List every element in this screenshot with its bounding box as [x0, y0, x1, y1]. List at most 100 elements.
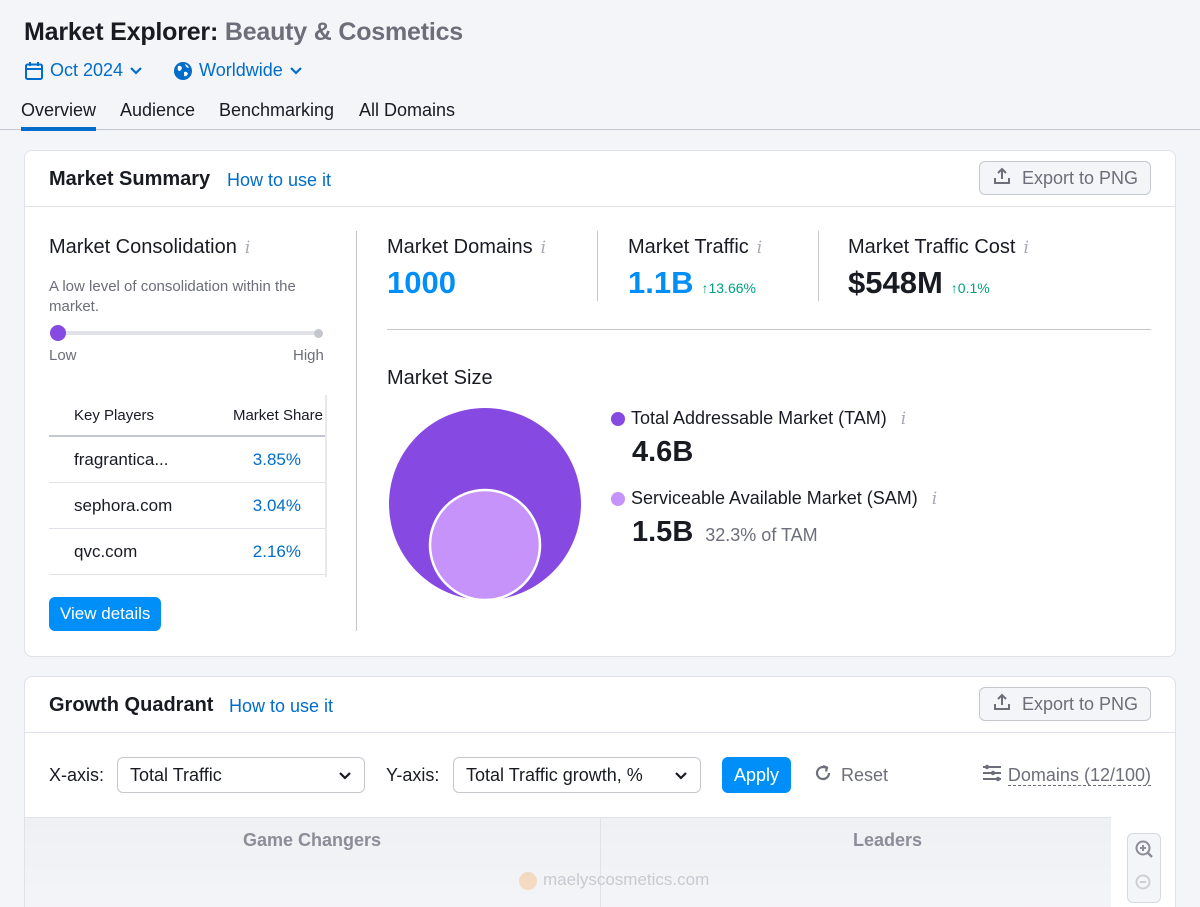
domain-bubble[interactable] — [519, 872, 537, 890]
tam-value: 4.6B — [632, 436, 693, 469]
market-share-column-header: Market Share — [232, 406, 323, 424]
growth-quadrant-chart[interactable]: Game Changers Leaders maelyscosmetics.co… — [25, 817, 1111, 907]
metric-value: 1.1B ↑13.66% — [628, 265, 762, 301]
zoom-in-button[interactable] — [1128, 834, 1160, 868]
metric-divider — [818, 231, 819, 301]
domains-filter-label: Domains (12/100) — [1007, 764, 1151, 786]
vertical-divider — [356, 231, 357, 631]
filters-bar: Oct 2024 Worldwide — [24, 60, 303, 81]
table-row[interactable]: sephora.com 3.04% — [49, 483, 327, 529]
export-png-label: Export to PNG — [1021, 167, 1138, 188]
market-summary-card: Market Summary How to use it Export to P… — [24, 150, 1176, 657]
quadrant-label-leaders: Leaders — [853, 830, 923, 850]
view-details-button[interactable]: View details — [49, 597, 162, 631]
table-row[interactable]: qvc.com 2.16% — [49, 529, 327, 575]
metric-delta: ↑0.1% — [950, 280, 990, 296]
info-icon[interactable]: i — [1023, 238, 1028, 258]
export-png-label: Export to PNG — [1021, 693, 1138, 714]
sam-value: 1.5B 32.3% of TAM — [632, 516, 818, 549]
metric-value: 1000 — [387, 265, 546, 301]
consolidation-high-marker — [314, 329, 323, 338]
metric-label-text: Market Domains — [387, 236, 533, 258]
apply-button[interactable]: Apply — [722, 757, 792, 793]
sam-legend-label: Serviceable Available Market (SAM) — [631, 488, 918, 508]
page-title-category: Beauty & Cosmetics — [224, 18, 463, 46]
upload-icon — [992, 166, 1012, 191]
tam-legend-dot — [611, 411, 625, 426]
chevron-down-icon — [338, 765, 352, 786]
region-filter[interactable]: Worldwide — [173, 60, 303, 81]
info-icon[interactable]: i — [901, 409, 906, 429]
tab-audience[interactable]: Audience — [120, 100, 195, 121]
horizontal-divider — [387, 329, 1151, 330]
page-title-main: Market Explorer: — [24, 18, 219, 46]
consolidation-high-label: High — [293, 347, 324, 364]
date-filter-label: Oct 2024 — [50, 60, 124, 80]
consolidation-level-marker — [50, 325, 66, 341]
info-icon[interactable]: i — [932, 489, 937, 509]
market-size-chart — [389, 408, 581, 602]
x-axis-label: X-axis: — [49, 765, 105, 785]
metric-value-text[interactable]: 1.1B — [628, 265, 693, 301]
sam-circle — [428, 488, 542, 602]
tab-overview[interactable]: Overview — [21, 100, 97, 131]
growth-quadrant-title: Growth Quadrant — [49, 694, 214, 716]
chevron-down-icon — [129, 66, 143, 76]
market-consolidation-description: A low level of consolidation within the … — [49, 278, 296, 315]
table-row[interactable]: fragrantica... 3.85% — [49, 437, 327, 483]
date-filter[interactable]: Oct 2024 — [24, 60, 143, 81]
metric-divider — [597, 231, 598, 301]
info-icon[interactable]: i — [541, 238, 546, 258]
chevron-down-icon — [674, 765, 688, 786]
export-png-button[interactable]: Export to PNG — [978, 687, 1151, 721]
key-players-column-header: Key Players — [74, 406, 155, 424]
tab-benchmarking[interactable]: Benchmarking — [219, 100, 334, 121]
reset-label: Reset — [841, 764, 889, 785]
market-consolidation-label: Market Consolidation — [49, 236, 237, 258]
tam-legend: Total Addressable Market (TAM) i — [611, 408, 906, 429]
metric-market-traffic-cost: Market Traffic Cost i $548M ↑0.1% — [848, 236, 1029, 301]
y-axis-select[interactable]: Total Traffic growth, % — [453, 757, 701, 793]
x-axis-select[interactable]: Total Traffic — [117, 757, 365, 793]
tam-value-text: 4.6B — [632, 436, 694, 468]
metric-market-traffic: Market Traffic i 1.1B ↑13.66% — [628, 236, 762, 301]
metric-label-text: Market Traffic — [628, 236, 749, 258]
market-size-title: Market Size — [387, 367, 493, 389]
domains-filter-link[interactable]: Domains (12/100) — [982, 757, 1151, 793]
export-png-button[interactable]: Export to PNG — [978, 161, 1151, 195]
market-consolidation-title: Market Consolidation i — [49, 236, 250, 259]
zoom-out-button[interactable] — [1128, 868, 1160, 902]
metric-label: Market Traffic i — [628, 236, 762, 259]
y-axis-label: Y-axis: — [386, 765, 440, 785]
growth-quadrant-how-to-link[interactable]: How to use it — [229, 696, 333, 717]
metric-label: Market Domains i — [387, 236, 546, 259]
info-icon[interactable]: i — [757, 238, 762, 258]
key-player-domain[interactable]: qvc.com — [49, 542, 219, 562]
metric-value-text[interactable]: 1000 — [387, 265, 456, 301]
key-players-header-row: Key Players Market Share — [49, 395, 327, 437]
key-players-scrollbar[interactable] — [325, 395, 327, 577]
upload-icon — [992, 692, 1012, 717]
consolidation-low-label: Low — [49, 347, 77, 364]
key-player-domain[interactable]: sephora.com — [49, 496, 219, 516]
page-title: Market Explorer: Beauty & Cosmetics — [24, 18, 463, 47]
metric-label: Market Traffic Cost i — [848, 236, 1029, 259]
metric-label-text: Market Traffic Cost — [848, 236, 1016, 258]
key-player-domain[interactable]: fragrantica... — [49, 450, 219, 470]
metric-value-text: $548M — [848, 265, 943, 300]
key-player-share: 3.85% — [252, 449, 301, 469]
x-axis-select-value: Total Traffic — [130, 764, 222, 785]
quadrant-game-changers: Game Changers — [25, 818, 601, 907]
metric-value: $548M ↑0.1% — [848, 265, 1029, 301]
info-icon[interactable]: i — [245, 238, 250, 258]
sam-percent-of-tam: 32.3% of TAM — [705, 525, 818, 545]
tab-all-domains[interactable]: All Domains — [359, 100, 455, 121]
chart-zoom-controls — [1127, 833, 1161, 903]
calendar-icon — [24, 61, 44, 81]
market-summary-how-to-link[interactable]: How to use it — [227, 170, 331, 191]
sam-legend-dot — [611, 491, 625, 506]
market-summary-title: Market Summary — [49, 168, 211, 190]
metric-market-domains: Market Domains i 1000 — [387, 236, 546, 301]
reset-button[interactable]: Reset — [813, 757, 888, 793]
globe-icon — [173, 61, 193, 81]
